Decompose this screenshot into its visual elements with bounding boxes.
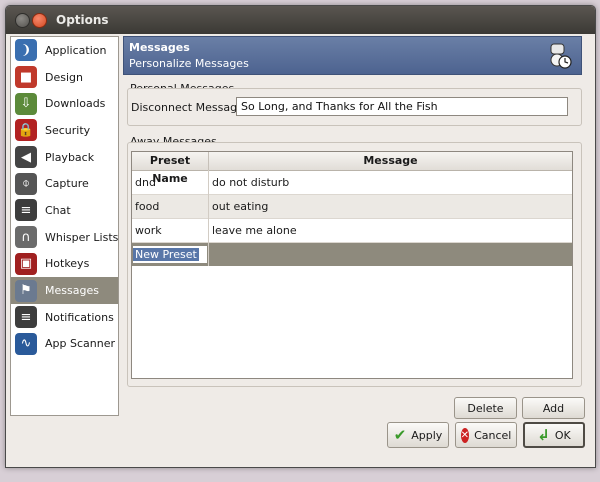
column-header-message[interactable]: Message	[209, 152, 572, 170]
sidebar-item-chat[interactable]: ≡ Chat	[11, 197, 118, 224]
cancel-icon: ✕	[460, 427, 470, 443]
column-header-preset-name[interactable]: Preset Name	[132, 152, 209, 185]
teamspeak-icon: ❩	[15, 39, 37, 62]
column-divider	[208, 170, 209, 266]
sidebar-item-label: Whisper Lists	[45, 230, 119, 244]
messages-icon: ⚑	[15, 279, 37, 302]
ok-button[interactable]: ↲ OK	[523, 422, 585, 448]
sidebar-item-label: Design	[45, 70, 83, 84]
ok-arrow-icon: ↲	[537, 426, 550, 444]
title-bar: Options	[6, 6, 595, 34]
page-header: Messages Personalize Messages	[123, 36, 582, 75]
sidebar-item-label: Messages	[45, 284, 99, 298]
sidebar-item-security[interactable]: 🔒 Security	[11, 117, 118, 144]
sidebar-item-label: Security	[45, 123, 91, 137]
sidebar-item-label: App Scanner	[45, 337, 115, 351]
new-preset-text: New Preset	[133, 248, 199, 261]
sidebar-item-label: Application	[45, 43, 107, 57]
sidebar-item-hotkeys[interactable]: ▣ Hotkeys	[11, 251, 118, 278]
table-row-new-preset[interactable]: New Preset	[132, 243, 572, 266]
sidebar-item-whisper-lists[interactable]: ∩ Whisper Lists	[11, 224, 118, 251]
message-cell[interactable]: do not disturb	[212, 171, 568, 194]
preset-name-cell[interactable]: dnd	[135, 171, 207, 194]
table-row[interactable]: work leave me alone	[132, 219, 572, 243]
page-title: Messages	[129, 41, 190, 54]
add-button[interactable]: Add	[522, 397, 585, 419]
chat-icon: ≡	[15, 199, 37, 222]
notification-icon: ≡	[15, 306, 37, 329]
sidebar-item-application[interactable]: ❩ Application	[11, 37, 118, 64]
apply-button[interactable]: ✔ Apply	[387, 422, 449, 448]
minimize-icon[interactable]	[15, 13, 30, 28]
page-subtitle: Personalize Messages	[129, 57, 249, 70]
add-button-label: Add	[542, 401, 565, 415]
keyboard-icon: ▣	[15, 252, 37, 275]
palette-icon: ■	[15, 66, 37, 89]
close-icon[interactable]	[32, 13, 47, 28]
microphone-icon: ⌽	[15, 172, 37, 195]
sidebar-item-label: Hotkeys	[45, 257, 90, 271]
lock-icon: 🔒	[15, 119, 37, 142]
sidebar-item-design[interactable]: ■ Design	[11, 64, 118, 91]
sidebar-item-app-scanner[interactable]: ∿ App Scanner	[11, 331, 118, 358]
preset-name-cell[interactable]: work	[135, 219, 207, 242]
cancel-button[interactable]: ✕ Cancel	[455, 422, 517, 448]
delete-button[interactable]: Delete	[454, 397, 517, 419]
sidebar-item-capture[interactable]: ⌽ Capture	[11, 170, 118, 197]
checkmark-icon: ✔	[393, 426, 407, 444]
sidebar-item-notifications[interactable]: ≡ Notifications	[11, 304, 118, 331]
message-cell[interactable]: out eating	[212, 195, 568, 218]
table-row[interactable]: food out eating	[132, 195, 572, 219]
away-messages-table: Preset Name Message dnd do not disturb f…	[131, 151, 573, 379]
headset-icon: ∩	[15, 226, 37, 249]
message-cell[interactable]: leave me alone	[212, 219, 568, 242]
preset-name-cell[interactable]: food	[135, 195, 207, 218]
window-title: Options	[56, 13, 109, 27]
preset-name-edit-field[interactable]: New Preset	[133, 246, 207, 263]
disconnect-message-label: Disconnect Message:	[131, 101, 248, 114]
messages-icon	[550, 43, 572, 69]
sidebar-item-label: Capture	[45, 177, 89, 191]
sidebar: ❩ Application ■ Design ⇩ Downloads 🔒 Security ◀ P…	[10, 36, 119, 416]
cancel-button-label: Cancel	[474, 428, 512, 442]
table-row[interactable]: dnd do not disturb	[132, 171, 572, 195]
sidebar-item-label: Notifications	[45, 310, 114, 324]
table-header: Preset Name Message	[132, 152, 572, 185]
sidebar-item-label: Chat	[45, 203, 71, 217]
sidebar-item-downloads[interactable]: ⇩ Downloads	[11, 90, 118, 117]
sidebar-item-label: Downloads	[45, 97, 106, 111]
sidebar-item-messages[interactable]: ⚑ Messages	[11, 277, 118, 304]
speaker-icon: ◀	[15, 146, 37, 169]
scanner-icon: ∿	[15, 332, 37, 355]
disconnect-message-input[interactable]	[236, 97, 568, 116]
ok-button-label: OK	[554, 428, 571, 442]
download-icon: ⇩	[15, 92, 37, 115]
sidebar-item-playback[interactable]: ◀ Playback	[11, 144, 118, 171]
delete-button-label: Delete	[467, 401, 504, 415]
apply-button-label: Apply	[411, 428, 443, 442]
sidebar-item-label: Playback	[45, 150, 95, 164]
